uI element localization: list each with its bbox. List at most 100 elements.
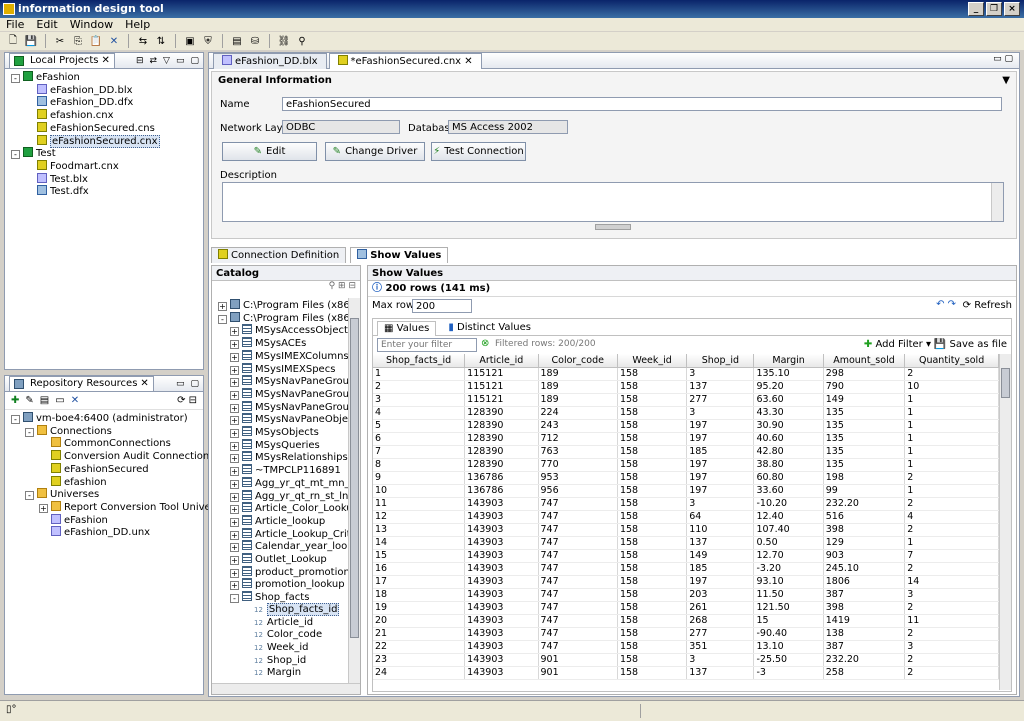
expand-icon[interactable]: +: [230, 340, 239, 350]
grid-scroll-thumb[interactable]: [1001, 368, 1010, 398]
catalog-tree-item[interactable]: + C:\Program Files (x86)\SAP Bi: [218, 299, 360, 312]
catalog-tree-item[interactable]: + MSysNavPaneGroupCateg: [230, 375, 360, 388]
table-row[interactable]: 11 143903 747 158 3 -10.20 232.20 2: [373, 497, 999, 511]
editor-tab[interactable]: eFashion_DD.blx: [213, 53, 327, 69]
catalog-tree-item[interactable]: + MSysQueries: [230, 438, 320, 452]
table-row[interactable]: 12 143903 747 158 64 12.40 516 4: [373, 510, 999, 524]
collapse-icon[interactable]: -: [11, 74, 20, 83]
new-icon[interactable]: 🗋: [6, 34, 20, 48]
menu-edit[interactable]: Edit: [36, 18, 57, 31]
section-splitter[interactable]: [595, 224, 631, 230]
repository-icon[interactable]: ⛁: [248, 34, 262, 48]
column-header[interactable]: Quantity_sold: [904, 354, 999, 368]
project-tree-item[interactable]: Test.blx: [25, 172, 88, 186]
close-button[interactable]: ×: [1004, 2, 1020, 16]
table-row[interactable]: 23 143903 901 158 3 -25.50 232.20 2: [373, 653, 999, 667]
change-driver-button[interactable]: ✎ Change Driver: [325, 142, 425, 161]
catalog-tree-item[interactable]: + Outlet_Lookup: [230, 553, 327, 566]
subtab[interactable]: Show Values: [350, 247, 449, 263]
collapse-arrow-icon[interactable]: ▼: [1002, 72, 1010, 90]
catalog-expand-icon[interactable]: ⊞: [338, 281, 346, 291]
catalog-search-icon[interactable]: ⚲: [329, 281, 336, 291]
column-header[interactable]: Shop_facts_id: [373, 354, 466, 368]
save-as-file-button[interactable]: 💾 Save as file: [934, 339, 1007, 350]
copy-icon[interactable]: ⎘: [71, 34, 85, 48]
catalog-tree-item[interactable]: + Article_Lookup_Criteria: [230, 527, 360, 541]
collapse-icon[interactable]: -: [25, 491, 34, 501]
column-header[interactable]: Week_id: [617, 354, 688, 368]
add-session-icon[interactable]: ✚: [11, 395, 19, 406]
link-editor-icon[interactable]: ⇄: [150, 56, 158, 66]
table-row[interactable]: 4 128390 224 158 3 43.30 135 1: [373, 406, 999, 420]
expand-icon[interactable]: +: [230, 556, 239, 565]
catalog-tree-item[interactable]: 12 Color_code: [242, 629, 322, 642]
cut-icon[interactable]: ✂: [53, 34, 67, 48]
editor-tab[interactable]: *eFashionSecured.cnx ✕: [328, 53, 482, 69]
repo-tree-item[interactable]: - vm-boe4:6400 (administrator): [11, 412, 188, 425]
catalog-tree-item[interactable]: + MSysIMEXSpecs: [230, 362, 335, 376]
subtab[interactable]: Connection Definition: [211, 247, 347, 263]
column-header[interactable]: Article_id: [464, 354, 539, 368]
repository-tab[interactable]: Repository Resources ✕: [9, 376, 154, 391]
description-textarea[interactable]: [222, 182, 1004, 222]
catalog-tree-item[interactable]: 12 Article_id: [242, 617, 313, 630]
catalog-tree-item[interactable]: + Article_lookup: [230, 514, 325, 528]
project-tree-item[interactable]: Foodmart.cnx: [25, 159, 119, 173]
catalog-tree-item[interactable]: + Article_Color_Lookup: [230, 502, 359, 515]
catalog-tree-item[interactable]: + MSysAccessObjects: [230, 324, 353, 337]
catalog-tree-item[interactable]: + MSysACEs: [230, 337, 306, 350]
project-tree-item[interactable]: eFashionSecured.cnx: [25, 134, 160, 148]
collapse-icon[interactable]: -: [218, 314, 227, 324]
expand-icon[interactable]: +: [39, 503, 48, 513]
catalog-tree-item[interactable]: + MSysRelationships: [230, 451, 348, 464]
undo-redo-icon[interactable]: ↶ ↷: [936, 299, 956, 310]
catalog-tree-item[interactable]: + MSysNavPaneGroups: [230, 387, 360, 401]
maximize-editor-icon[interactable]: ▢: [1004, 54, 1013, 64]
expand-icon[interactable]: +: [218, 302, 227, 311]
repo-tree-item[interactable]: eFashion_DD.unx: [39, 526, 150, 539]
expand-icon[interactable]: +: [230, 378, 239, 388]
column-header[interactable]: Amount_sold: [823, 354, 906, 368]
expand-icon[interactable]: +: [230, 492, 239, 502]
minimize-editor-icon[interactable]: ▭: [993, 54, 1002, 64]
project-tree-item[interactable]: Test.dfx: [25, 185, 89, 198]
project-tree-item[interactable]: eFashion_DD.dfx: [25, 96, 133, 109]
catalog-tree-item[interactable]: + MSysNavPaneGroupToObj: [230, 400, 360, 414]
catalog-tree-item[interactable]: - C:\Program Files (x86)\SAP Bi: [218, 311, 360, 325]
maximize-panel-icon[interactable]: ▢: [190, 379, 199, 389]
name-field[interactable]: eFashionSecured: [282, 97, 1002, 111]
grid-scrollbar[interactable]: [999, 354, 1011, 690]
catalog-collapse-icon[interactable]: ⊟: [348, 281, 356, 291]
catalog-tree-item[interactable]: + Agg_yr_qt_rn_st_ln_ca_s: [230, 489, 360, 503]
local-projects-tab[interactable]: Local Projects ✕: [9, 53, 115, 68]
expand-icon[interactable]: +: [230, 429, 239, 438]
catalog-tree-item[interactable]: + promotion_lookup: [230, 578, 345, 591]
catalog-tree-item[interactable]: + ~TMPCLP116891: [230, 464, 341, 477]
column-header[interactable]: Color_code: [538, 354, 618, 368]
repo-tree-item[interactable]: - Universes: [25, 488, 99, 501]
table-row[interactable]: 24 143903 901 158 137 -3 258 2: [373, 666, 999, 680]
table-row[interactable]: 20 143903 747 158 268 15 1419 11: [373, 614, 999, 628]
catalog-tree-item[interactable]: 12 Shop_id: [242, 655, 306, 668]
repo-tree-item[interactable]: - Connections: [25, 424, 112, 438]
repo-tree-item[interactable]: + Report Conversion Tool Universes: [39, 500, 231, 514]
table-row[interactable]: 15 143903 747 158 149 12.70 903 7: [373, 549, 999, 563]
security-icon[interactable]: ⛨: [201, 34, 215, 48]
repo-tree-item[interactable]: CommonConnections: [39, 437, 171, 450]
expand-icon[interactable]: +: [230, 467, 239, 477]
collapse-icon[interactable]: -: [230, 594, 239, 604]
collapse-icon[interactable]: -: [25, 427, 34, 437]
repo-tree-item[interactable]: eFashion: [39, 513, 108, 527]
edit-button[interactable]: ✎ Edit: [222, 142, 317, 161]
layout-icon[interactable]: ▤: [230, 34, 244, 48]
catalog-tree-item[interactable]: 12 Margin: [242, 667, 301, 680]
expand-icon[interactable]: +: [230, 479, 239, 489]
delete-icon[interactable]: ✕: [107, 34, 121, 48]
catalog-tree-item[interactable]: + MSysObjects: [230, 426, 319, 439]
repo-tree-item[interactable]: eFashionSecured: [39, 462, 149, 476]
maximize-panel-icon[interactable]: ▢: [190, 56, 199, 66]
add-filter-button[interactable]: ✚ Add Filter ▾: [864, 339, 931, 350]
menu-window[interactable]: Window: [70, 18, 113, 31]
insert-icon[interactable]: ▤: [40, 395, 49, 406]
catalog-tree-item[interactable]: 12 Shop_facts_id: [242, 602, 340, 617]
